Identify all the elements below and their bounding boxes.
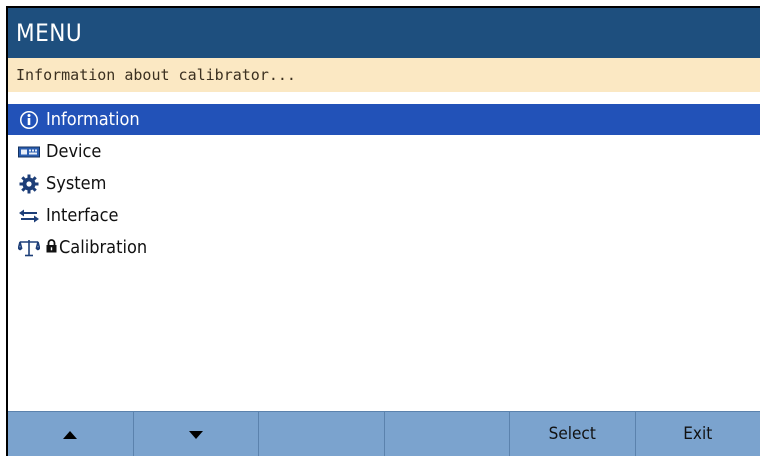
menu-item-interface[interactable]: Interface [8,200,760,231]
status-text: Information about calibrator... [16,66,296,84]
menu-item-label: Interface [46,205,119,226]
softkey-3[interactable] [259,412,385,456]
exit-button[interactable]: Exit [636,412,761,456]
menu-list: Information Device System Interface Cali… [8,104,760,264]
softkey-down[interactable] [134,412,259,456]
page-title: MENU [16,19,83,47]
arrow-down-icon [188,424,203,444]
select-label: Select [548,424,596,444]
select-button[interactable]: Select [510,412,636,456]
info-icon [18,109,40,131]
device-icon [18,141,40,163]
menu-item-label: Information [46,109,140,130]
menu-item-calibration[interactable]: Calibration [8,232,760,263]
info-bar: Information about calibrator... [8,58,760,92]
softkey-4[interactable] [385,412,510,456]
menu-item-information[interactable]: Information [8,104,760,135]
interface-arrows-icon [18,205,40,227]
softkey-bar: Select Exit [8,411,760,456]
calibrator-screen: MENU Information about calibrator... Inf… [6,6,760,456]
menu-item-label: Calibration [59,237,148,258]
lock-icon [46,237,57,258]
menu-item-label: System [46,173,107,194]
gear-icon [18,173,40,195]
menu-item-label: Device [46,141,102,162]
exit-label: Exit [683,424,713,444]
softkey-up[interactable] [8,412,134,456]
title-bar: MENU [8,8,760,58]
scale-icon [18,237,40,259]
menu-item-device[interactable]: Device [8,136,760,167]
arrow-up-icon [63,424,78,444]
menu-item-system[interactable]: System [8,168,760,199]
